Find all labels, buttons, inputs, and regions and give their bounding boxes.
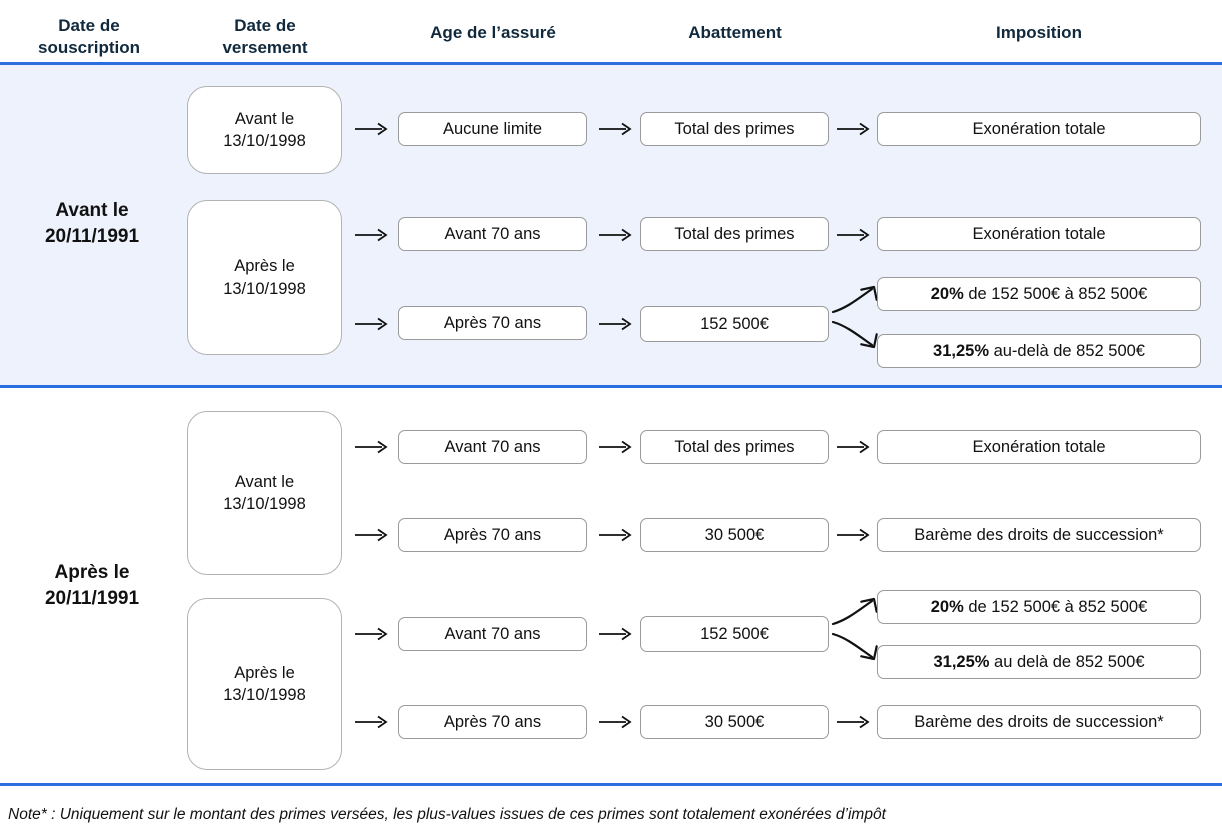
branch-arrow-down-r3	[829, 318, 881, 360]
imposition-rate-r3-b: 31,25%	[933, 341, 989, 360]
imposition-text-r6-a: de 152 500€ à 852 500€	[963, 597, 1148, 616]
imposition-box-r4: Exonération totale	[877, 430, 1201, 464]
arrow-age-to-abattement-r4	[596, 436, 636, 458]
versement-box-apres-13-10-1998-g2: Après le 13/10/1998	[187, 598, 342, 770]
age-box-r7: Après 70 ans	[398, 705, 587, 739]
arrow-abattement-to-imposition-r2	[834, 224, 874, 246]
age-box-r4: Avant 70 ans	[398, 430, 587, 464]
arrow-versement-to-age-r3	[352, 313, 392, 335]
arrow-versement-to-age-r2	[352, 224, 392, 246]
age-box-r3: Après 70 ans	[398, 306, 587, 340]
middle-rule	[0, 385, 1222, 388]
imposition-box-r7: Barème des droits de succession*	[877, 705, 1201, 739]
age-box-r6: Avant 70 ans	[398, 617, 587, 651]
imposition-text-r3-a: de 152 500€ à 852 500€	[963, 284, 1148, 303]
infographic-root: Date de souscription Date de versement A…	[0, 0, 1222, 835]
abattement-box-r5: 30 500€	[640, 518, 829, 552]
arrow-age-to-abattement-r5	[596, 524, 636, 546]
imposition-box-r3-a: 20% de 152 500€ à 852 500€	[877, 277, 1201, 311]
column-header-abattement: Abattement	[688, 23, 782, 42]
arrow-versement-to-age-r1	[352, 118, 392, 140]
arrow-age-to-abattement-r6	[596, 623, 636, 645]
imposition-box-r2: Exonération totale	[877, 217, 1201, 251]
imposition-box-r5: Barème des droits de succession*	[877, 518, 1201, 552]
imposition-box-r3-b: 31,25% au-delà de 852 500€	[877, 334, 1201, 368]
imposition-rate-r6-a: 20%	[930, 597, 964, 616]
imposition-text-r3-b: au-delà de 852 500€	[989, 341, 1145, 360]
arrow-versement-to-age-r7	[352, 711, 392, 733]
abattement-box-r1: Total des primes	[640, 112, 829, 146]
arrow-versement-to-age-r6	[352, 623, 392, 645]
abattement-box-r3: 152 500€	[640, 306, 829, 342]
arrow-age-to-abattement-r7	[596, 711, 636, 733]
arrow-versement-to-age-r4	[352, 436, 392, 458]
arrow-age-to-abattement-r1	[596, 118, 636, 140]
column-header-age-assure: Age de l’assuré	[430, 23, 556, 42]
column-header-date-versement: Date de versement	[222, 16, 308, 57]
imposition-text-r6-b: au delà de 852 500€	[989, 652, 1145, 671]
abattement-box-r2: Total des primes	[640, 217, 829, 251]
age-box-r2: Avant 70 ans	[398, 217, 587, 251]
arrow-abattement-to-imposition-r1	[834, 118, 874, 140]
abattement-box-r6: 152 500€	[640, 616, 829, 652]
versement-box-apres-13-10-1998-g1: Après le 13/10/1998	[187, 200, 342, 355]
abattement-box-r4: Total des primes	[640, 430, 829, 464]
column-header-date-souscription: Date de souscription	[37, 16, 140, 57]
arrow-versement-to-age-r5	[352, 524, 392, 546]
age-box-r1: Aucune limite	[398, 112, 587, 146]
imposition-rate-r6-b: 31,25%	[933, 652, 990, 671]
branch-arrow-down-r6	[829, 630, 881, 672]
imposition-box-r6-a: 20% de 152 500€ à 852 500€	[877, 590, 1201, 624]
arrow-abattement-to-imposition-r5	[834, 524, 874, 546]
versement-box-avant-13-10-1998-g1: Avant le 13/10/1998	[187, 86, 342, 174]
arrow-abattement-to-imposition-r4	[834, 436, 874, 458]
versement-box-avant-13-10-1998-g2: Avant le 13/10/1998	[187, 411, 342, 575]
arrow-abattement-to-imposition-r7	[834, 711, 874, 733]
arrow-age-to-abattement-r2	[596, 224, 636, 246]
arrow-age-to-abattement-r3	[596, 313, 636, 335]
abattement-box-r7: 30 500€	[640, 705, 829, 739]
imposition-rate-r3-a: 20%	[930, 284, 964, 303]
group-label-apres-1991: Après le 20/11/1991	[44, 562, 140, 610]
group-label-avant-1991: Avant le 20/11/1991	[44, 200, 140, 248]
top-rule	[0, 62, 1222, 65]
imposition-box-r1: Exonération totale	[877, 112, 1201, 146]
footnote-note: Note* : Uniquement sur le montant des pr…	[8, 806, 886, 823]
imposition-box-r6-b: 31,25% au delà de 852 500€	[877, 645, 1201, 679]
bottom-rule	[0, 783, 1222, 786]
age-box-r5: Après 70 ans	[398, 518, 587, 552]
column-header-imposition: Imposition	[996, 23, 1082, 42]
